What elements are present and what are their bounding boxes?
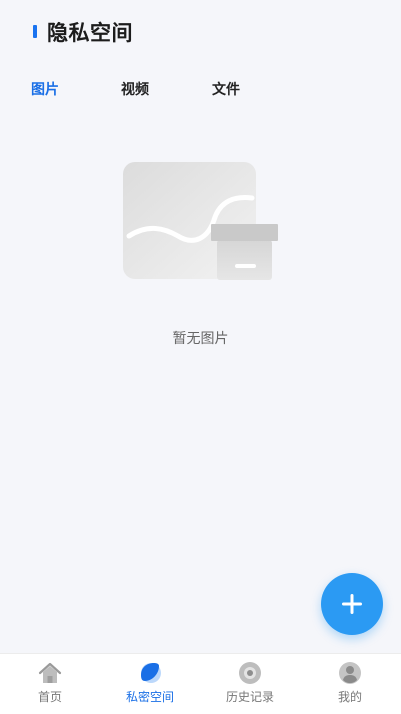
private-space-icon <box>141 663 161 683</box>
tab-bar: 图片 视频 文件 <box>0 78 401 104</box>
home-icon <box>38 662 62 683</box>
nav-label-private-space: 私密空间 <box>125 690 174 704</box>
nav-label-profile: 我的 <box>337 690 362 704</box>
nav-item-private-space[interactable]: 私密空间 <box>100 654 200 714</box>
add-button[interactable] <box>321 573 383 635</box>
page-title: 隐私空间 <box>47 21 133 45</box>
tab-files[interactable]: 文件 <box>212 78 240 102</box>
empty-box-illustration <box>120 158 282 284</box>
profile-icon <box>339 662 361 684</box>
nav-label-home: 首页 <box>37 690 62 704</box>
nav-label-history: 历史记录 <box>225 690 274 704</box>
nav-item-history[interactable]: 历史记录 <box>200 654 300 714</box>
tab-images[interactable]: 图片 <box>31 78 59 102</box>
nav-item-home[interactable]: 首页 <box>0 654 100 714</box>
header: 隐私空间 <box>0 0 401 64</box>
history-icon <box>239 662 261 684</box>
nav-item-profile[interactable]: 我的 <box>300 654 400 714</box>
bottom-nav: 首页 私密空间 历史记录 我的 <box>0 653 401 714</box>
plus-icon <box>342 594 362 614</box>
empty-state-text: 暂无图片 <box>172 331 229 347</box>
title-accent-bar <box>33 25 37 38</box>
tab-videos[interactable]: 视频 <box>121 78 149 102</box>
